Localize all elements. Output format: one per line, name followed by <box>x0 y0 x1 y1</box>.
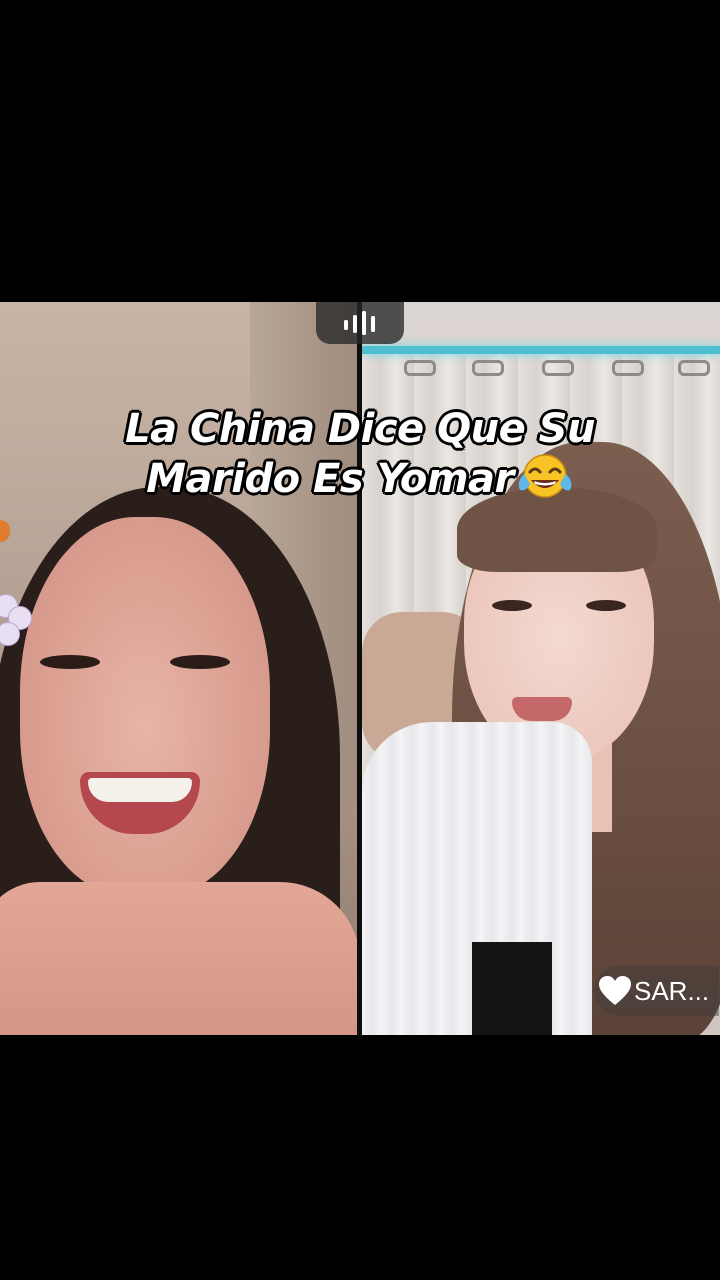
person-left-face <box>20 517 270 897</box>
black-top <box>472 942 552 1035</box>
curtain-led-strip <box>362 346 720 354</box>
heart-icon <box>599 976 631 1005</box>
curtain-ring <box>612 360 644 376</box>
talking-mouth <box>512 697 572 721</box>
orange-sticker <box>0 520 10 542</box>
left-eye <box>40 655 100 669</box>
caption-line-2-wrap: Marido Es Yomar <box>40 450 680 500</box>
curtain-ring <box>404 360 436 376</box>
username-label: SAR... <box>634 975 710 1006</box>
right-eye <box>170 655 230 669</box>
curtain-ring <box>678 360 710 376</box>
sound-bars-icon <box>344 311 375 335</box>
face-with-tears-of-joy-icon <box>518 454 572 498</box>
caption-line-1: La China Dice Que Su <box>125 406 595 452</box>
teeth <box>88 778 192 802</box>
curtain-ring <box>542 360 574 376</box>
smile-mouth <box>80 772 200 834</box>
person-left-arm <box>0 882 357 1035</box>
right-eye <box>586 600 626 611</box>
video-caption: La China Dice Que Su Marido Es Yomar <box>40 408 680 500</box>
left-eye <box>492 600 532 611</box>
username-tag[interactable]: SAR... <box>594 966 720 1016</box>
flower-hair-clip <box>0 594 32 658</box>
curtain-ring <box>472 360 504 376</box>
audio-indicator[interactable] <box>316 302 404 344</box>
caption-line-2: Marido Es Yomar <box>146 456 514 502</box>
